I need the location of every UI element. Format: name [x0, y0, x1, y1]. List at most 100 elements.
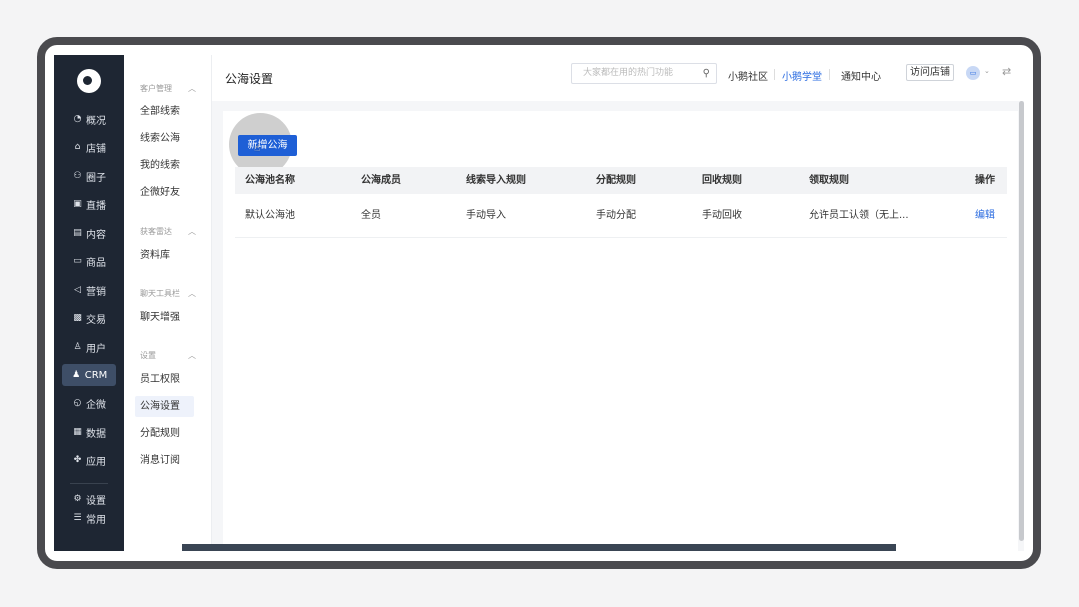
group-title-label: 设置 — [140, 351, 156, 360]
academy-link[interactable]: 小鹅学堂 — [782, 68, 822, 83]
nav-item-label: 应用 — [86, 456, 106, 468]
nav-item-11[interactable]: ▦ 数据 — [62, 421, 116, 443]
column-header: 线索导入规则 — [466, 175, 526, 186]
nav-item-9[interactable]: ♟ CRM — [62, 364, 116, 386]
column-header: 操作 — [975, 175, 995, 186]
nav-item-2[interactable]: ⚇ 圈子 — [62, 165, 116, 187]
marketing-icon: ◁ — [74, 285, 81, 295]
table-cell: 全员 — [361, 210, 381, 221]
sub-nav-item[interactable]: 员工权限 — [135, 369, 194, 390]
sub-nav-item[interactable]: 线索公海 — [135, 128, 194, 149]
link-divider — [829, 69, 830, 80]
nav-item-label: 交易 — [86, 314, 106, 326]
page-title: 公海设置 — [225, 72, 274, 86]
live-icon: ▣ — [73, 199, 82, 209]
apps-icon: ✤ — [73, 455, 82, 465]
nav-item-0[interactable]: ◔ 概况 — [62, 108, 116, 130]
chevron-up-icon: ︿ — [188, 289, 196, 298]
app-logo — [77, 69, 101, 93]
account-avatar-icon[interactable]: ▭ — [966, 66, 980, 80]
app-screen: ◔ 概况 ⌂ 店铺 ⚇ 圈子 ▣ 直播 ▤ 内容 ▭ 商品 ◁ 营销 ▩ 交易 ♙ 用户 ♟ CRM ◵ 企微 ▦ 数据 ✤ 应用… — [54, 55, 1024, 551]
search-icon[interactable]: ⚲ — [703, 64, 710, 83]
sub-nav-group-title[interactable]: 设置 ︿ — [140, 350, 196, 361]
nav-item-3[interactable]: ▣ 直播 — [62, 193, 116, 215]
sub-nav-item[interactable]: 资料库 — [135, 245, 194, 266]
user-icon: ♙ — [73, 342, 82, 352]
table-row: 默认公海池 全员 手动导入 手动分配 手动回收 允许员工认领（无上... 编辑 — [235, 194, 1007, 238]
table-header: 公海池名称 公海成员 线索导入规则 分配规则 回收规则 领取规则 操作 — [235, 167, 1007, 194]
nav-item-label: 数据 — [86, 428, 106, 440]
nav-item-10[interactable]: ◵ 企微 — [62, 392, 116, 414]
crm-icon: ♟ — [72, 370, 81, 380]
sub-nav-group-title[interactable]: 客户管理 ︿ — [140, 83, 196, 94]
nav-item-label: 内容 — [86, 229, 106, 241]
gear-icon: ⚙ — [73, 494, 82, 504]
sub-nav-item[interactable]: 消息订阅 — [135, 450, 194, 471]
nav-item-label: 直播 — [86, 200, 106, 212]
group-icon: ⚇ — [73, 171, 82, 181]
nav-item-label: 概况 — [86, 115, 106, 127]
nav-item-7[interactable]: ▩ 交易 — [62, 307, 116, 329]
search-placeholder: 大家都在用的热门功能 — [583, 68, 674, 78]
content-icon: ▤ — [73, 228, 82, 238]
taskbar — [182, 544, 896, 551]
nav-item-4[interactable]: ▤ 内容 — [62, 222, 116, 244]
link-divider — [774, 69, 775, 80]
sub-nav: 客户管理 ︿ 全部线索线索公海我的线索企微好友获客雷达 ︿ 资料库聊天工具栏 ︿ 聊天增强设… — [124, 55, 212, 551]
swap-icon[interactable]: ⇄ — [1002, 65, 1011, 78]
nav-bottom-item-1[interactable]: ☰ 常用 — [62, 507, 116, 529]
column-header: 领取规则 — [809, 175, 849, 186]
sub-nav-item[interactable]: 分配规则 — [135, 423, 194, 444]
wecom-icon: ◵ — [73, 398, 82, 408]
topbar: 公海设置 大家都在用的热门功能 ⚲ 小鹅社区 小鹅学堂 通知中心 访问店铺 ▭ … — [212, 55, 1024, 101]
product-icon: ▭ — [73, 256, 82, 266]
device-frame: ◔ 概况 ⌂ 店铺 ⚇ 圈子 ▣ 直播 ▤ 内容 ▭ 商品 ◁ 营销 ▩ 交易 ♙ 用户 ♟ CRM ◵ 企微 ▦ 数据 ✤ 应用… — [37, 37, 1041, 569]
pie-chart-icon: ◔ — [73, 114, 82, 124]
list-icon: ☰ — [73, 513, 82, 523]
sub-nav-group-title[interactable]: 聊天工具栏 ︿ — [140, 288, 196, 299]
column-header: 公海池名称 — [245, 175, 295, 186]
chevron-up-icon: ︿ — [188, 84, 196, 93]
nav-item-label: 圈子 — [86, 172, 106, 184]
chevron-up-icon: ︿ — [188, 351, 196, 360]
nav-item-label: 用户 — [86, 343, 106, 355]
sub-nav-item[interactable]: 企微好友 — [135, 182, 194, 203]
table-cell: 手动分配 — [596, 210, 636, 221]
nav-divider — [70, 483, 108, 484]
nav-item-5[interactable]: ▭ 商品 — [62, 250, 116, 272]
nav-item-1[interactable]: ⌂ 店铺 — [62, 136, 116, 158]
nav-item-label: 常用 — [86, 514, 106, 526]
sub-nav-item[interactable]: 公海设置 — [135, 396, 194, 417]
nav-item-8[interactable]: ♙ 用户 — [62, 336, 116, 358]
search-input[interactable]: 大家都在用的热门功能 ⚲ — [571, 63, 717, 84]
add-public-pool-button[interactable]: 新增公海 — [238, 135, 297, 156]
nav-item-label: 设置 — [86, 495, 106, 507]
table-cell: 手动回收 — [702, 210, 742, 221]
chevron-up-icon: ︿ — [188, 227, 196, 236]
edit-link[interactable]: 编辑 — [975, 194, 995, 238]
nav-item-label: CRM — [84, 369, 108, 381]
column-header: 分配规则 — [596, 175, 636, 186]
visit-store-button[interactable]: 访问店铺 — [906, 64, 954, 81]
nav-item-6[interactable]: ◁ 营销 — [62, 279, 116, 301]
nav-item-label: 商品 — [86, 257, 106, 269]
data-icon: ▦ — [73, 427, 82, 437]
nav-item-label: 企微 — [86, 399, 106, 411]
sub-nav-item[interactable]: 全部线索 — [135, 101, 194, 122]
table-cell: 手动导入 — [466, 210, 506, 221]
sub-nav-item[interactable]: 聊天增强 — [135, 307, 194, 328]
column-header: 回收规则 — [702, 175, 742, 186]
chevron-down-icon[interactable]: ⌄ — [984, 67, 990, 75]
table-cell: 允许员工认领（无上... — [809, 210, 909, 221]
community-link[interactable]: 小鹅社区 — [728, 68, 768, 83]
public-pool-table: 公海池名称 公海成员 线索导入规则 分配规则 回收规则 领取规则 操作 默认公海池 全员 手动导… — [235, 167, 1007, 238]
column-header: 公海成员 — [361, 175, 401, 186]
content-panel: 新增公海 ☝ 公海池名称 公海成员 线索导入规则 分配规则 回收规则 领取规则 操作 默认公… — [223, 111, 1018, 551]
sub-nav-item[interactable]: 我的线索 — [135, 155, 194, 176]
notification-center-link[interactable]: 通知中心 — [841, 68, 881, 83]
main-nav: ◔ 概况 ⌂ 店铺 ⚇ 圈子 ▣ 直播 ▤ 内容 ▭ 商品 ◁ 营销 ▩ 交易 ♙ 用户 ♟ CRM ◵ 企微 ▦ 数据 ✤ 应用… — [54, 55, 124, 551]
scrollbar[interactable] — [1019, 101, 1024, 541]
nav-item-12[interactable]: ✤ 应用 — [62, 449, 116, 471]
table-cell: 默认公海池 — [245, 210, 295, 221]
sub-nav-group-title[interactable]: 获客雷达 ︿ — [140, 226, 196, 237]
